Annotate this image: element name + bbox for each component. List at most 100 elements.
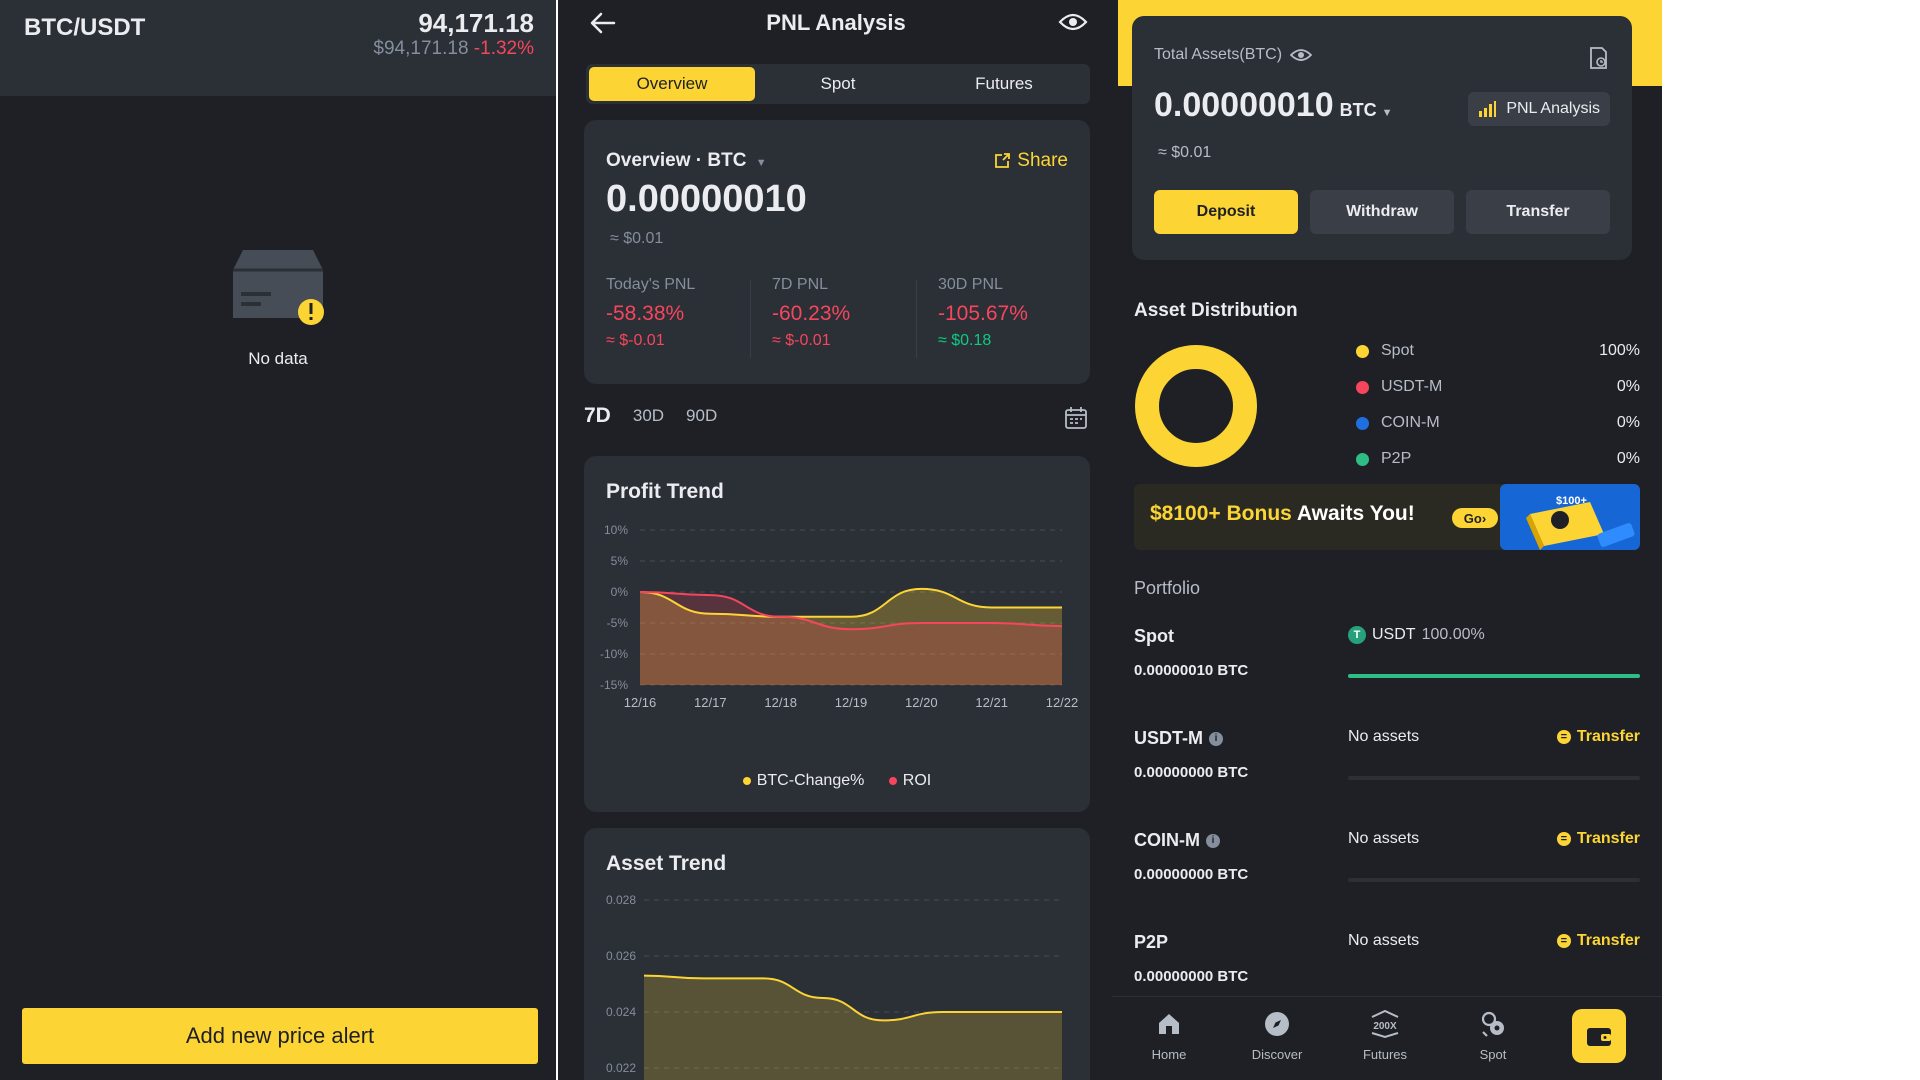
- gift-box-icon: $100+: [1526, 495, 1635, 550]
- today-pnl: Today's PNL -58.38% ≈ $-0.01: [606, 276, 756, 350]
- spot-share-bar: [1348, 674, 1640, 678]
- asset-distribution-title: Asset Distribution: [1134, 300, 1298, 321]
- dist-name: USDT-M: [1381, 378, 1443, 395]
- legend-dot: [742, 776, 751, 785]
- add-price-alert-button[interactable]: Add new price alert: [22, 1008, 538, 1064]
- nav-futures[interactable]: 200X Futures: [1340, 1007, 1430, 1062]
- calendar-icon[interactable]: [1064, 406, 1088, 430]
- portfolio-name-p2p[interactable]: P2P: [1134, 932, 1168, 953]
- nav-home[interactable]: Home: [1124, 1007, 1214, 1062]
- nav-label: Home: [1151, 1047, 1187, 1062]
- pnl-analysis-button[interactable]: PNL Analysis: [1468, 92, 1610, 126]
- portfolio-label: Portfolio: [1134, 578, 1201, 598]
- y-tick-label: -15%: [600, 678, 628, 692]
- series-area: [640, 592, 1062, 685]
- separator-dot: ·: [695, 150, 708, 171]
- usdt-m-share-bar: [1348, 776, 1640, 780]
- deposit-button[interactable]: Deposit: [1154, 190, 1298, 234]
- unit-label: BTC: [1339, 100, 1377, 120]
- 7d-pnl: 7D PNL -60.23% ≈ $-0.01: [772, 276, 922, 350]
- range-selector: 7D 30D 90D: [584, 404, 717, 428]
- withdraw-button[interactable]: Withdraw: [1310, 190, 1454, 234]
- y-tick-label: -10%: [600, 647, 628, 661]
- usdt-m-transfer-button[interactable]: = Transfer: [1556, 728, 1640, 746]
- spot-asset-name: USDT: [1372, 626, 1416, 643]
- info-icon[interactable]: i: [1206, 833, 1220, 848]
- price-alert-panel: BTC/USDT 94,171.18 $94,171.18 -1.32% No …: [0, 0, 556, 1080]
- empty-box-icon: [233, 250, 324, 325]
- legend-dot: [888, 776, 897, 785]
- nav-wallet[interactable]: [1572, 1009, 1626, 1063]
- pnl-label: 7D PNL: [772, 276, 829, 293]
- p2p-transfer-button[interactable]: = Transfer: [1556, 932, 1640, 950]
- coin-m-share-bar: [1348, 878, 1640, 882]
- tab-spot[interactable]: Spot: [755, 67, 921, 101]
- dist-value: 0%: [1616, 414, 1640, 431]
- banner-go-button[interactable]: Go ›: [1452, 508, 1498, 528]
- y-tick-label: 0.022: [606, 1061, 636, 1075]
- nav-label: Futures: [1362, 1047, 1408, 1062]
- futures-badge: 200X: [1373, 1021, 1397, 1032]
- share-label: Share: [1017, 150, 1068, 171]
- dist-dot: [1356, 344, 1369, 358]
- tab-futures[interactable]: Futures: [921, 67, 1087, 101]
- price-usd: $94,171.18: [373, 38, 469, 59]
- records-icon[interactable]: [1586, 46, 1610, 70]
- spot-share-fill: [1348, 674, 1640, 678]
- portfolio-name-usdt-m[interactable]: USDT-M i: [1134, 728, 1223, 749]
- eye-icon[interactable]: [1290, 47, 1313, 63]
- pnl-amount: ≈ $-0.01: [772, 332, 831, 349]
- transfer-icon: =: [1556, 730, 1571, 744]
- nav-discover[interactable]: Discover: [1232, 1007, 1322, 1062]
- unit-select[interactable]: BTC ▼: [1340, 100, 1393, 120]
- range-30d[interactable]: 30D: [633, 406, 664, 426]
- legend-label: BTC-Change%: [756, 772, 865, 789]
- pnl-percent: -58.38%: [606, 302, 685, 325]
- portfolio-name-spot[interactable]: Spot: [1134, 626, 1174, 647]
- banner-go-label: Go: [1463, 510, 1482, 526]
- info-icon[interactable]: i: [1209, 731, 1223, 746]
- profit-trend-card: Profit Trend 10% 5% 0% -5% -10% -15% 12/16 12/1…: [584, 456, 1090, 812]
- profit-trend-chart: 10% 5% 0% -5% -10% -15% 12/16 12/17 12/18 12/19 12…: [600, 523, 1078, 710]
- dist-dot: [1356, 452, 1369, 466]
- bar-chart-icon: [1479, 101, 1497, 117]
- y-tick-label: 5%: [611, 554, 629, 568]
- compass-icon: [1265, 1012, 1289, 1036]
- y-tick-label: 0.024: [606, 1005, 636, 1019]
- nav-spot[interactable]: Spot: [1448, 1007, 1538, 1062]
- banner-badge: $100+: [1556, 495, 1587, 507]
- dist-row-usdt-m: USDT-M 0%: [1356, 378, 1640, 396]
- share-button[interactable]: Share: [993, 150, 1068, 172]
- range-90d[interactable]: 90D: [686, 406, 717, 426]
- overview-currency-select[interactable]: Overview · BTC ▼: [606, 150, 767, 172]
- transfer-label: Transfer: [1576, 728, 1640, 745]
- bonus-banner[interactable]: $8100+ Bonus Awaits You! Go › $100+: [1134, 484, 1640, 550]
- transfer-button[interactable]: Transfer: [1466, 190, 1610, 234]
- spot-asset-pct: 100.00%: [1421, 626, 1485, 643]
- transfer-icon: =: [1556, 832, 1571, 846]
- caret-down-icon: ▼: [755, 157, 767, 169]
- banner-text: $8100+ Bonus Awaits You!: [1150, 502, 1415, 526]
- portfolio-amount-p2p: 0.00000000 BTC: [1134, 968, 1249, 985]
- y-tick-label: 0%: [611, 585, 629, 599]
- tab-overview[interactable]: Overview: [589, 67, 755, 101]
- y-tick-label: 0.028: [606, 893, 636, 907]
- home-icon: [1159, 1014, 1179, 1034]
- x-tick-label: 12/21: [975, 695, 1008, 710]
- pnl-header: PNL Analysis: [558, 0, 1114, 50]
- x-tick-label: 12/17: [694, 695, 727, 710]
- eye-icon[interactable]: [1058, 10, 1088, 34]
- range-7d[interactable]: 7D: [584, 404, 611, 428]
- total-assets-text: Total Assets(BTC): [1154, 46, 1283, 63]
- portfolio-name-coin-m[interactable]: COIN-M i: [1134, 830, 1220, 851]
- dist-value: 100%: [1599, 342, 1640, 359]
- portfolio-amount-spot: 0.00000010 BTC: [1134, 662, 1249, 679]
- portfolio-name: Spot: [1134, 626, 1174, 646]
- last-price: 94,171.18: [418, 8, 534, 38]
- pnl-analysis-panel: PNL Analysis Overview Spot Futures Overv…: [558, 0, 1114, 1080]
- x-tick-label: 12/20: [905, 695, 938, 710]
- coin-m-transfer-button[interactable]: = Transfer: [1556, 830, 1640, 848]
- dist-value: 0%: [1616, 450, 1640, 467]
- banner-gift-image: $100+: [1500, 484, 1640, 550]
- legend-roi: ROI: [888, 772, 931, 789]
